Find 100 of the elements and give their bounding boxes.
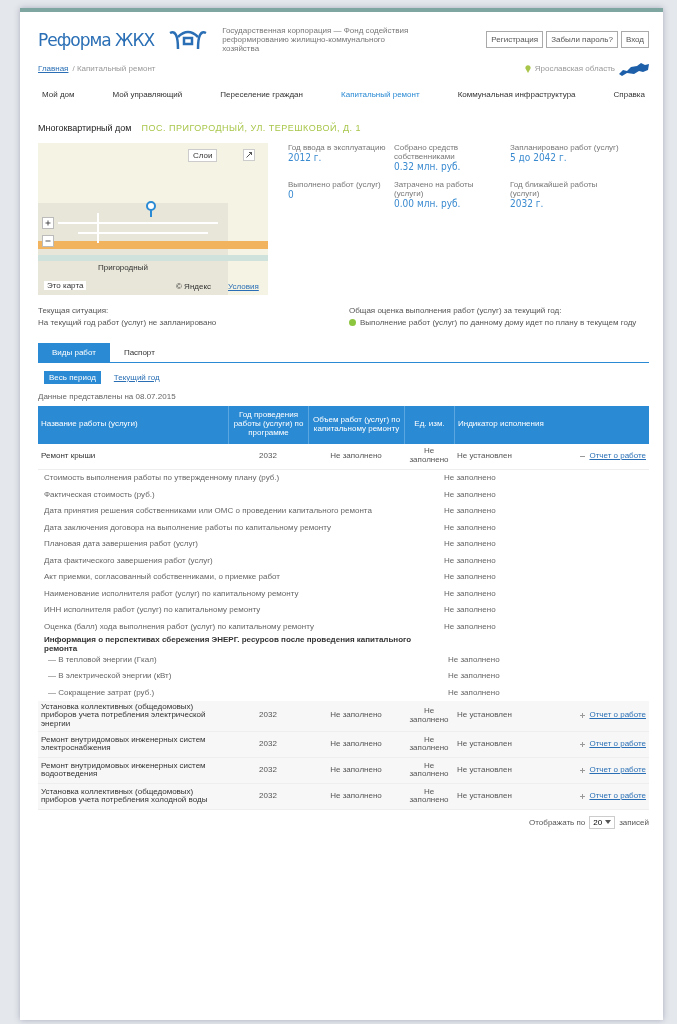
detail-label: — В электрической энергии (кВт) (48, 671, 173, 681)
report-link[interactable]: Отчет о работе (589, 740, 646, 749)
stat-value: 0 (288, 189, 295, 201)
table-cell-text: Не заполнено (329, 709, 383, 722)
table-cell-text: Не заполнено (408, 704, 450, 726)
house-address: ПОС. ПРИГОРОДНЫЙ, УЛ. ТЕРЕШКОВОЙ, Д. 1 (141, 122, 361, 133)
pager-label: Отображать по (529, 817, 586, 827)
table-cell-text: Не заполнено (329, 449, 383, 462)
table-cell: Не установлен (457, 766, 512, 775)
detail-label: Дата принятия решения собственниками или ОМС о проведении капитального ремонта (44, 506, 373, 516)
table-cell-text: Ремонт внутридомовых инженерных систем водоотведения (40, 759, 207, 781)
header-button[interactable]: Регистрация (486, 31, 544, 49)
detail-value: Не заполнено (444, 506, 497, 516)
table-cell: Не установлен (457, 711, 512, 721)
breadcrumb-text: / Капитальный ремонт (72, 64, 156, 74)
stat-label: Собрано средств собственниками (394, 142, 460, 161)
tab[interactable]: Виды работ (38, 342, 110, 362)
period-link[interactable]: Текущий год (108, 370, 165, 384)
table-cell-text: Не заполнено (408, 445, 450, 467)
nav-link[interactable]: Переселение граждан (220, 89, 303, 99)
report-link[interactable]: Отчет о работе (589, 451, 646, 461)
nav-link[interactable]: Мой дом (42, 89, 75, 99)
stat-label: Запланировано работ (услуг) (510, 142, 620, 152)
detail-value: Не заполнено (448, 671, 501, 681)
detail-value: Не заполнено (444, 489, 497, 499)
data-date-text: Данные представлены на 08.07.2015 (38, 391, 177, 401)
report-link[interactable]: Отчет о работе (589, 711, 646, 721)
detail-value: Не заполнено (448, 687, 501, 697)
detail-value: Не заполнено (444, 605, 497, 615)
table-cell-text: Не заполнено (329, 738, 383, 751)
nav-link[interactable]: Капитальный ремонт (341, 89, 420, 99)
table-cell-text: Не заполнено (329, 790, 383, 803)
situation-text: На текущий год работ (услуг) не запланировано (38, 316, 217, 329)
header-button[interactable]: Вход (620, 31, 649, 49)
table-row[interactable]: Установка коллективных (общедомовых) приборов учета потребления электрической энергии 2032 Не заполнено Не заполнено Не установлен Отчет о работе (38, 700, 649, 732)
house-label: Многоквартирный дом (38, 122, 132, 133)
detail-label: Стоимость выполнения работы по утвержденному плану (руб.) (44, 473, 281, 483)
column-header: Объем работ (услуг) по капитальному ремонту (308, 405, 404, 444)
stat-label: Год ввода в эксплуатацию (288, 142, 387, 152)
section-heading: Информация о перспективах сбережения ЭНЕРГ. ресурсов после проведения капитального ремонта (44, 634, 413, 653)
detail-value: Не заполнено (444, 555, 497, 565)
table-cell-text: Не заполнено (408, 759, 450, 781)
detail-label: Акт приемки, согласованный собственниками, о приемке работ (44, 572, 281, 582)
column-header: Год проведения работы (услуги) по программе (228, 405, 308, 444)
table-cell-text: 2032 (258, 709, 278, 722)
detail-label: ИНН исполнителя работ (услуг) по капитальному ремонту (44, 605, 262, 615)
map-terms-link[interactable]: Условия (228, 281, 259, 291)
detail-label: Дата фактического завершения работ (услуг) (44, 555, 214, 565)
stat-value: 2012 г. (288, 151, 322, 163)
table-cell-text: 2032 (258, 449, 278, 462)
detail-label: Плановая дата завершения работ (услуг) (44, 539, 200, 549)
table-cell-text: Установка коллективных (общедомовых) приборов учета потребления холодной воды (40, 785, 209, 807)
site-logo[interactable]: Реформа ЖКХ (38, 29, 155, 50)
house-logo-icon (168, 28, 209, 51)
nav-link[interactable]: Мой управляющий (112, 89, 183, 99)
layers-button[interactable]: Слои (188, 148, 218, 162)
header-button[interactable]: Забыли пароль? (546, 31, 618, 49)
detail-label: — В тепловой энергии (Гкал) (48, 654, 158, 664)
nav-link[interactable]: Коммунальная инфраструктура (457, 89, 576, 99)
detail-value: Не заполнено (444, 621, 497, 631)
report-link[interactable]: Отчет о работе (589, 766, 646, 775)
expand-icon[interactable] (243, 148, 255, 161)
country-silhouette-icon[interactable] (619, 61, 649, 76)
nav-link[interactable]: Справка (613, 89, 645, 99)
table-cell: Не установлен (457, 792, 512, 801)
period-button[interactable]: Весь период (44, 370, 101, 384)
detail-value: Не заполнено (444, 522, 497, 532)
stat-value: 5 до 2042 г. (510, 151, 567, 163)
detail-label: Оценка (балл) хода выполнения работ (услуг) по капитальному ремонту (44, 621, 315, 631)
caret-icon[interactable] (605, 820, 612, 825)
breadcrumb-link[interactable]: Главная (38, 64, 69, 74)
table-cell-text: Не заполнено (408, 733, 450, 755)
stat-label: Затрачено на работы (услуги) (394, 179, 475, 199)
stat-label: Выполнено работ (услуг) (288, 179, 382, 190)
map-place-label: Пригородный (98, 262, 148, 272)
table-cell: Не установлен (457, 451, 512, 461)
page-size-select[interactable]: 20 (589, 815, 616, 829)
table-cell-text: Не заполнено (408, 785, 450, 807)
table-cell-text: Установка коллективных (общедомовых) приборов учета потребления электрической энергии (40, 700, 207, 731)
table-row[interactable]: Установка коллективных (общедомовых) приборов учета потребления холодной воды 2032 Не заполнено Не заполнено Не установлен Отчет о работе (38, 783, 649, 810)
report-link[interactable]: Отчет о работе (589, 792, 646, 801)
detail-label: Наименование исполнителя работ (услуг) по капитальному ремонту (44, 588, 300, 598)
stat-value: 2032 г. (510, 198, 545, 210)
detail-label: Фактическая стоимость (руб.) (44, 489, 156, 499)
detail-label: Дата заключения договора на выполнение работы по капитальному ремонту (44, 522, 332, 532)
table-row[interactable]: Ремонт внутридомовых инженерных систем водоотведения 2032 Не заполнено Не заполнено Не установлен Отчет о работе (38, 757, 649, 784)
table-cell-text: 2032 (258, 764, 278, 777)
detail-label: — Сокращение затрат (руб.) (48, 687, 156, 697)
detail-value: Не заполнено (444, 572, 497, 582)
column-header: Индикатор исполнения (454, 405, 649, 444)
map-marker-icon (146, 200, 156, 217)
table-row[interactable]: Ремонт внутридомовых инженерных систем электроснабжения 2032 Не заполнено Не заполнено Не установлен Отчет о работе (38, 731, 649, 758)
stat-value: 0.00 млн. руб. (394, 198, 462, 210)
detail-value: Не заполнено (444, 473, 497, 483)
location-pin-icon (524, 64, 531, 73)
situation-title: Текущая ситуация: (38, 304, 110, 317)
open-map-link[interactable]: Это карта (44, 280, 87, 290)
tagline-text: Государственная корпорация — Фонд содействия реформированию жилищно-коммунального хозяйства (222, 26, 410, 54)
assessment-title: Общая оценка выполнения работ (услуг) за текущий год: (349, 304, 563, 317)
stat-value: 0.32 млн. руб. (394, 160, 462, 172)
